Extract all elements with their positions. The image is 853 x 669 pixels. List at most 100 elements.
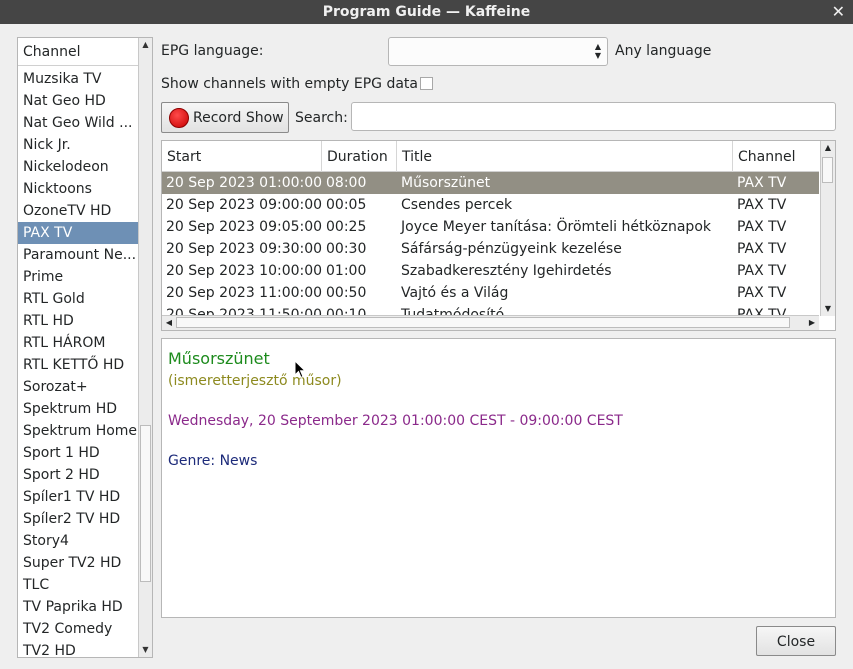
channel-item[interactable]: Sport 1 HD [18,442,139,464]
channel-item[interactable]: RTL HD [18,310,139,332]
channel-item[interactable]: RTL KETTŐ HD [18,354,139,376]
cell-channel: PAX TV [737,263,787,279]
scroll-down-icon[interactable]: ▼ [139,643,152,657]
details-time: Wednesday, 20 September 2023 01:00:00 CE… [168,413,623,429]
channel-item[interactable]: Nicktoons [18,178,139,200]
cell-start: 20 Sep 2023 11:50:00 [166,307,322,315]
channel-item[interactable]: OzoneTV HD [18,200,139,222]
cell-start: 20 Sep 2023 09:05:00 [166,219,322,235]
channel-item[interactable]: TV2 HD [18,640,139,657]
channel-item[interactable]: Sport 2 HD [18,464,139,486]
search-label: Search: [295,110,348,126]
column-header-start[interactable]: Start [162,141,322,172]
channel-item[interactable]: TV2 Comedy [18,618,139,640]
table-body: 20 Sep 2023 01:00:00 08:00 Műsorszünet PAX … [162,172,819,315]
channel-item[interactable]: Spíler1 TV HD [18,486,139,508]
table-row[interactable]: 20 Sep 2023 11:50:00 00:10 Tudatmódosító PA… [162,304,819,315]
scroll-left-icon[interactable]: ◀ [162,316,176,330]
channel-item[interactable]: Muzsika TV [18,68,139,90]
cell-duration: 00:10 [326,307,367,315]
window-close-icon[interactable]: ✕ [832,0,845,24]
close-button[interactable]: Close [756,626,836,656]
spin-arrows-icon: ▲ ▼ [594,42,601,60]
channel-item[interactable]: Paramount Ne... [18,244,139,266]
cell-title: Műsorszünet [401,175,491,191]
cell-duration: 00:30 [326,241,367,257]
program-details: Műsorszünet (ismeretterjesztő műsor) Wed… [161,338,836,618]
column-header-title[interactable]: Title [397,141,733,172]
table-row[interactable]: 20 Sep 2023 09:30:00 00:30 Sáfárság-pénzüg… [162,238,819,260]
table-row[interactable]: 20 Sep 2023 09:00:00 00:05 Csendes percek P… [162,194,819,216]
table-row[interactable]: 20 Sep 2023 09:05:00 00:25 Joyce Meyer tan… [162,216,819,238]
cell-duration: 08:00 [326,175,367,191]
channel-item[interactable]: TV Paprika HD [18,596,139,618]
channel-item[interactable]: RTL HÁROM [18,332,139,354]
table-row[interactable]: 20 Sep 2023 10:00:00 01:00 Szabadkeresztén… [162,260,819,282]
table-horizontal-scrollbar[interactable]: ◀ ▶ [162,315,819,330]
cell-start: 20 Sep 2023 01:00:00 [166,175,322,191]
details-subtitle: (ismeretterjesztő műsor) [168,373,342,389]
table-vertical-scrollbar[interactable]: ▲ ▼ [820,141,835,316]
channel-item[interactable]: TLC [18,574,139,596]
channel-item[interactable]: Spíler2 TV HD [18,508,139,530]
scroll-right-icon[interactable]: ▶ [805,316,819,330]
show-empty-epg-checkbox[interactable] [420,77,433,90]
scroll-down-icon[interactable]: ▼ [821,302,835,316]
column-header-channel[interactable]: Channel [733,141,819,172]
program-table[interactable]: Start Duration Title Channel 20 Sep 2023… [161,140,836,331]
cell-channel: PAX TV [737,175,787,191]
cell-start: 20 Sep 2023 09:00:00 [166,197,322,213]
cell-channel: PAX TV [737,307,787,315]
cell-start: 20 Sep 2023 10:00:00 [166,263,322,279]
channel-item[interactable]: Sorozat+ [18,376,139,398]
epg-language-label: EPG language: [161,43,264,59]
cell-start: 20 Sep 2023 11:00:00 [166,285,322,301]
details-genre: Genre: News [168,453,258,469]
channel-item[interactable]: Nat Geo HD [18,90,139,112]
channel-item[interactable]: Prime [18,266,139,288]
show-empty-epg-label: Show channels with empty EPG data [161,76,419,92]
any-language-checkbox-label[interactable]: Any language [615,43,711,59]
record-show-button[interactable]: Record Show [161,102,289,133]
channel-item[interactable]: Super TV2 HD [18,552,139,574]
cell-title: Szabadkeresztény Igehirdetés [401,263,612,279]
record-show-label: Record Show [193,110,284,126]
cell-channel: PAX TV [737,219,787,235]
channel-items: Muzsika TV Nat Geo HD Nat Geo Wild ... Nick… [18,68,139,657]
scroll-up-icon[interactable]: ▲ [139,38,152,52]
scrollbar-thumb[interactable] [176,317,790,328]
cell-title: Tudatmódosító [401,307,505,315]
channel-item[interactable]: Nickelodeon [18,156,139,178]
cell-title: Joyce Meyer tanítása: Örömteli hétköznap… [401,219,711,235]
table-header: Start Duration Title Channel [162,141,819,172]
channel-item[interactable]: Story4 [18,530,139,552]
cell-title: Vajtó és a Világ [401,285,509,301]
scroll-up-icon[interactable]: ▲ [821,141,835,155]
channel-column-header[interactable]: Channel [18,38,139,66]
column-header-duration[interactable]: Duration [322,141,397,172]
channel-item[interactable]: Nat Geo Wild ... [18,112,139,134]
channel-list[interactable]: Channel Muzsika TV Nat Geo HD Nat Geo Wild… [17,37,153,658]
channel-list-scrollbar[interactable]: ▲ ▼ [138,38,152,657]
channel-item[interactable]: Nick Jr. [18,134,139,156]
mouse-cursor-icon [294,360,306,379]
scrollbar-thumb[interactable] [140,425,151,582]
cell-duration: 00:25 [326,219,367,235]
title-bar: Program Guide — Kaffeine ✕ [0,0,853,24]
channel-item[interactable]: Spektrum HD [18,398,139,420]
scrollbar-thumb[interactable] [822,157,833,183]
epg-language-select[interactable]: ▲ ▼ [388,37,608,66]
record-icon [169,108,189,128]
table-row[interactable]: 20 Sep 2023 11:00:00 00:50 Vajtó és a Vilá… [162,282,819,304]
cell-title: Sáfárság-pénzügyeink kezelése [401,241,622,257]
channel-item[interactable]: Spektrum Home [18,420,139,442]
cell-start: 20 Sep 2023 09:30:00 [166,241,322,257]
channel-item[interactable]: RTL Gold [18,288,139,310]
search-input[interactable] [351,102,836,131]
channel-item[interactable]: PAX TV [18,222,139,244]
window-title: Program Guide — Kaffeine [322,4,531,20]
table-row[interactable]: 20 Sep 2023 01:00:00 08:00 Műsorszünet PAX … [162,172,819,194]
cell-channel: PAX TV [737,241,787,257]
cell-duration: 00:50 [326,285,367,301]
cell-channel: PAX TV [737,197,787,213]
